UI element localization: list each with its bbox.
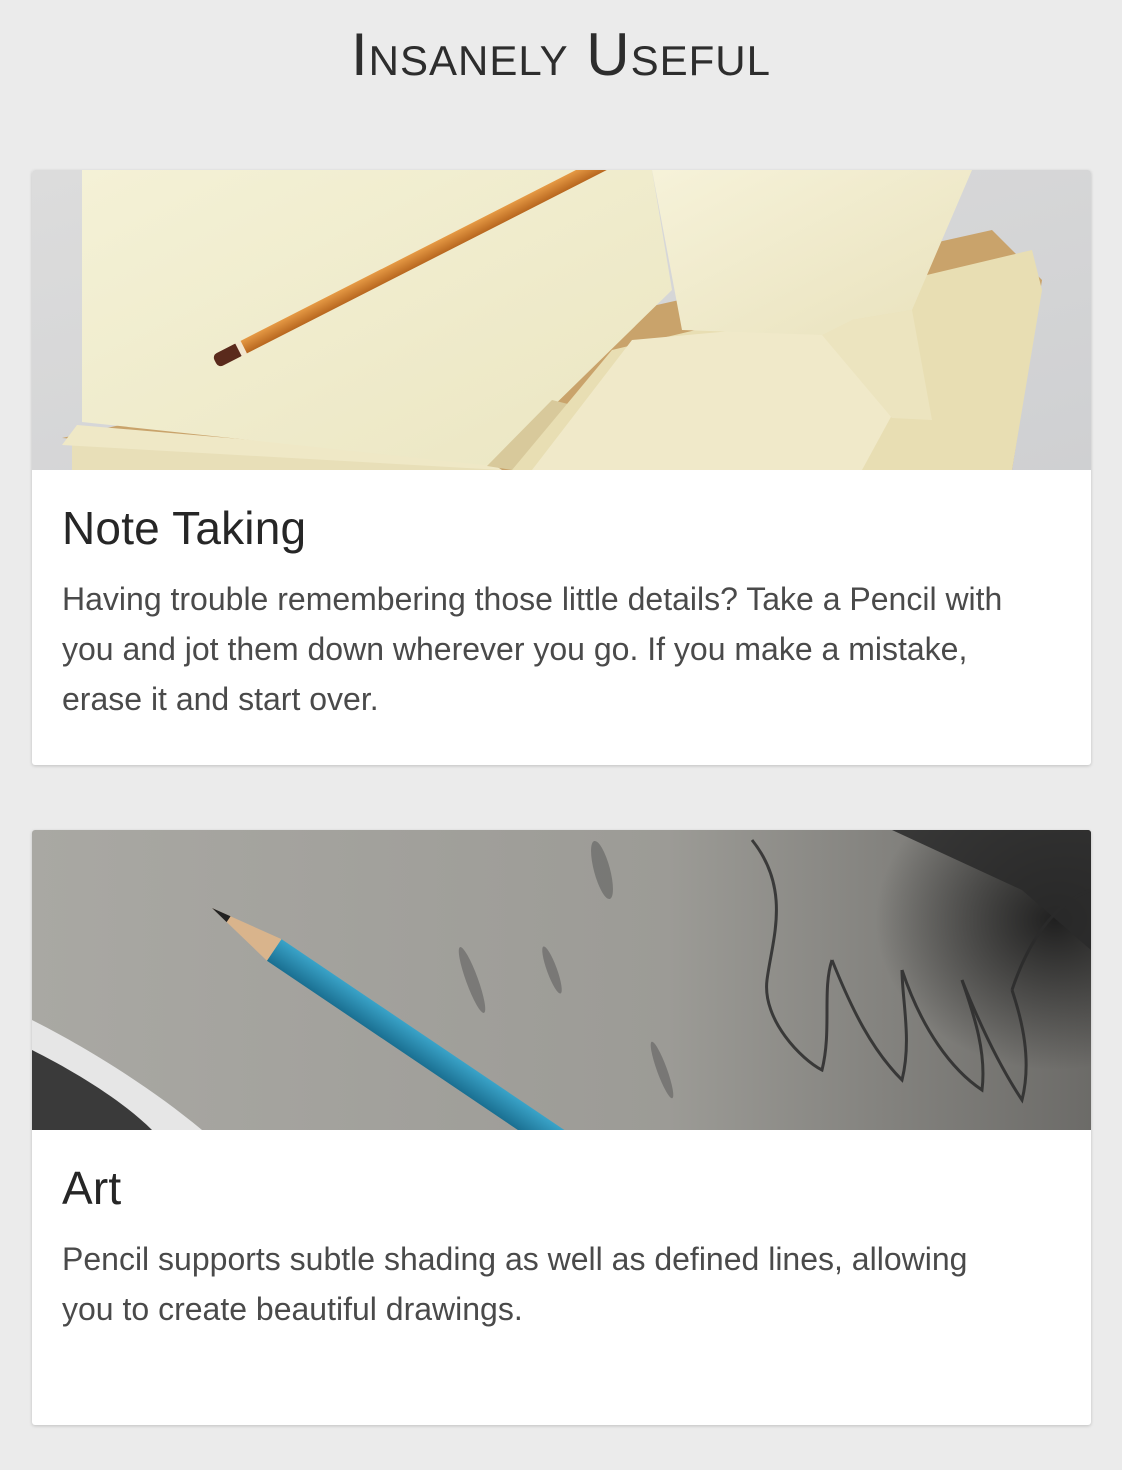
card-description: Having trouble remembering those little … [62, 581, 1003, 717]
page-title: Insanely Useful [351, 21, 771, 88]
card-title: Note Taking [62, 502, 307, 554]
page: Insanely Useful Note Taking Having troub… [0, 0, 1122, 1470]
sketch-pencil-image [32, 830, 1091, 1130]
card-title: Art [62, 1162, 122, 1214]
notebook-pencil-image [32, 170, 1091, 470]
feature-card-art: Art Pencil supports subtle shading as we… [32, 830, 1091, 1425]
feature-card-note-taking: Note Taking Having trouble remembering t… [32, 170, 1091, 765]
card-description: Pencil supports subtle shading as well a… [62, 1241, 968, 1327]
